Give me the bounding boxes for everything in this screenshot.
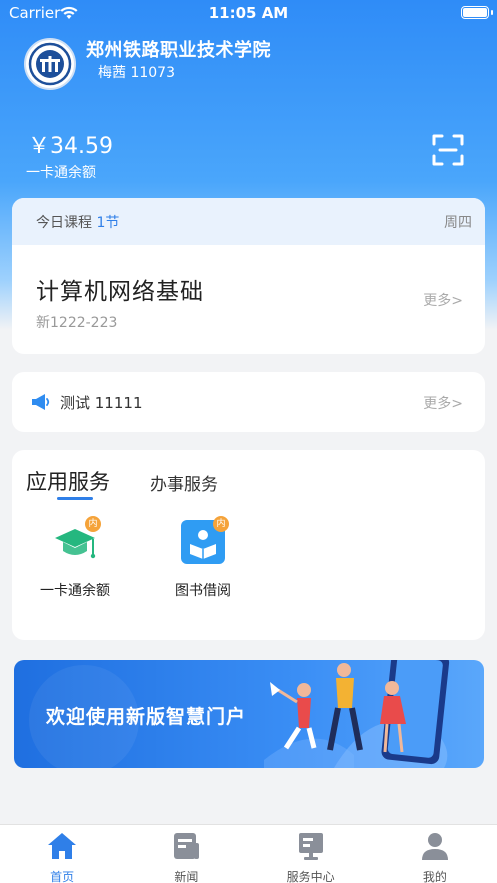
today-course-label: 今日课程 <box>36 214 92 231</box>
tab-affairs-services[interactable]: 办事服务 <box>150 470 218 495</box>
course-room: 新1222-223 <box>36 315 118 331</box>
news-icon <box>174 833 200 859</box>
course-more-link[interactable]: 更多> <box>423 290 463 310</box>
school-logo <box>24 38 76 90</box>
tab-label: 首页 <box>50 870 75 883</box>
status-bar: Carrier 11:05 AM <box>0 0 497 26</box>
tab-app-services[interactable]: 应用服务 <box>26 466 110 496</box>
battery-tip <box>491 10 493 15</box>
scan-icon[interactable] <box>430 132 466 168</box>
weekday-label: 周四 <box>444 214 472 231</box>
tab-label: 新闻 <box>174 870 199 883</box>
tab-service-center[interactable]: 服务中心 <box>249 825 373 883</box>
card-balance-label: 一卡通余额 <box>26 165 96 181</box>
notice-more-link[interactable]: 更多> <box>423 393 463 413</box>
internal-badge: 内 <box>85 516 101 532</box>
school-emblem-icon <box>28 42 72 86</box>
course-name: 计算机网络基础 <box>36 279 204 305</box>
service-center-icon <box>298 833 323 860</box>
tab-label: 服务中心 <box>286 870 335 883</box>
service-library[interactable]: 内 图书借阅 <box>158 516 248 600</box>
megaphone-icon <box>32 394 50 410</box>
course-count: 1节 <box>96 214 120 231</box>
home-icon <box>48 833 77 859</box>
today-course-title: 今日课程 1节 <box>36 212 119 232</box>
active-tab-indicator <box>57 497 93 500</box>
bottom-tab-bar: 首页 新闻 服务中心 我的 <box>0 824 497 883</box>
tab-profile[interactable]: 我的 <box>373 825 497 883</box>
tab-label: 我的 <box>422 870 447 883</box>
status-time: 11:05 AM <box>208 4 289 22</box>
internal-badge: 内 <box>213 516 229 532</box>
card-balance[interactable]: ￥34.59 <box>28 128 113 160</box>
notice-text: 测试 11111 <box>60 394 143 412</box>
today-course-card[interactable]: 今日课程 1节 周四 计算机网络基础 新1222-223 更多> <box>12 198 485 354</box>
service-label: 图书借阅 <box>175 583 231 599</box>
service-label: 一卡通余额 <box>40 583 110 599</box>
service-card-balance[interactable]: 内 一卡通余额 <box>30 516 120 600</box>
notice-card[interactable]: 测试 11111 更多> <box>12 372 485 432</box>
profile-icon <box>421 833 448 860</box>
tab-home[interactable]: 首页 <box>0 825 124 883</box>
battery-icon <box>461 6 489 19</box>
user-name-id: 梅茜 11073 <box>98 65 175 81</box>
school-name: 郑州铁路职业技术学院 <box>86 40 271 61</box>
banner-text: 欢迎使用新版智慧门户 <box>46 706 247 728</box>
tab-news[interactable]: 新闻 <box>124 825 248 883</box>
welcome-banner[interactable]: 欢迎使用新版智慧门户 <box>14 660 484 768</box>
services-card: 应用服务 办事服务 内 一卡通余额 内 图书借阅 <box>12 450 485 640</box>
course-card-header: 今日课程 1节 周四 <box>12 198 485 245</box>
